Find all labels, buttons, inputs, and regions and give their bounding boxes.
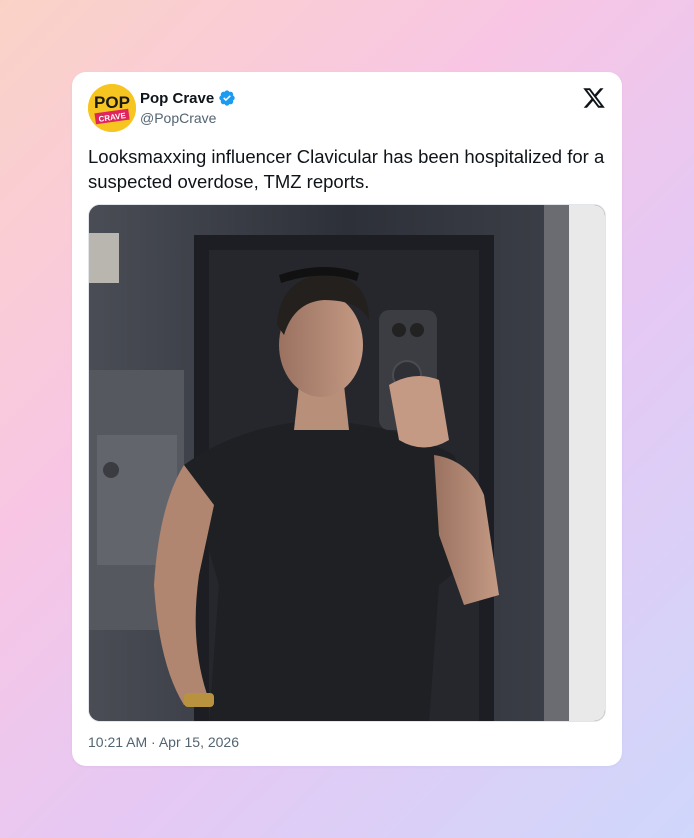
- svg-text:POP: POP: [94, 93, 130, 112]
- handle[interactable]: @PopCrave: [140, 110, 216, 126]
- tweet-card: POP CRAVE Pop Crave @PopCrave Looksmaxxi…: [72, 72, 622, 766]
- pop-crave-logo: POP CRAVE: [88, 84, 136, 132]
- display-name[interactable]: Pop Crave: [140, 90, 214, 107]
- tweet-text: Looksmaxxing influencer Clavicular has b…: [88, 146, 605, 192]
- mirror-selfie-image: [89, 205, 605, 721]
- avatar[interactable]: POP CRAVE: [88, 84, 136, 132]
- timestamp[interactable]: 10:21 AM · Apr 15, 2026: [88, 734, 239, 750]
- verified-badge-icon: [218, 89, 236, 107]
- display-name-row[interactable]: Pop Crave: [140, 88, 236, 108]
- x-logo-icon[interactable]: [582, 86, 606, 110]
- tweet-photo[interactable]: [88, 204, 606, 722]
